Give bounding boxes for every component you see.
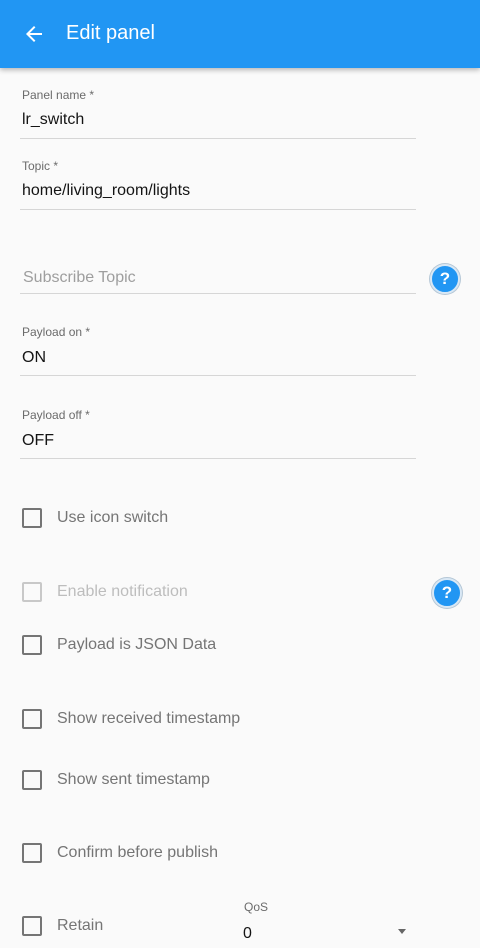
- back-button[interactable]: [14, 14, 54, 54]
- checkbox-box[interactable]: [22, 916, 42, 936]
- checkbox-box[interactable]: [22, 843, 42, 863]
- qos-select[interactable]: 0: [243, 925, 252, 943]
- page-title: Edit panel: [66, 22, 155, 44]
- payload-off-field[interactable]: Payload off * OFF: [20, 405, 416, 459]
- arrow-left-icon: [26, 26, 42, 42]
- panel-name-label: Panel name *: [22, 88, 95, 102]
- subscribe-topic-help-icon[interactable]: ?: [430, 264, 460, 294]
- payload-json-label: Payload is JSON Data: [57, 636, 217, 653]
- confirm-before-publish-label: Confirm before publish: [57, 844, 218, 861]
- subscribe-topic-placeholder: Subscribe Topic: [23, 269, 136, 286]
- topic-field[interactable]: Topic * home/living_room/lights: [20, 156, 416, 210]
- use-icon-switch-checkbox[interactable]: Use icon switch: [22, 505, 168, 531]
- payload-on-label: Payload on *: [22, 325, 91, 339]
- panel-name-value: lr_switch: [22, 111, 85, 128]
- retain-checkbox[interactable]: Retain: [22, 913, 103, 939]
- dropdown-arrow-icon[interactable]: [398, 929, 406, 934]
- checkbox-box: [22, 582, 42, 602]
- show-sent-timestamp-label: Show sent timestamp: [57, 771, 210, 788]
- retain-label: Retain: [57, 917, 104, 934]
- use-icon-switch-label: Use icon switch: [57, 509, 169, 526]
- payload-on-value: ON: [22, 349, 46, 366]
- confirm-before-publish-checkbox[interactable]: Confirm before publish: [22, 840, 218, 866]
- notification-help-icon[interactable]: ?: [432, 578, 462, 608]
- app-bar: Edit panel: [0, 0, 480, 68]
- qos-label: QoS: [244, 900, 269, 914]
- topic-value: home/living_room/lights: [22, 182, 191, 199]
- payload-off-label: Payload off *: [22, 408, 90, 422]
- show-received-timestamp-label: Show received timestamp: [57, 710, 241, 727]
- enable-notification-checkbox: Enable notification: [22, 579, 188, 605]
- payload-on-field[interactable]: Payload on * ON: [20, 322, 416, 376]
- enable-notification-label: Enable notification: [57, 583, 188, 600]
- checkbox-box[interactable]: [22, 770, 42, 790]
- show-received-timestamp-checkbox[interactable]: Show received timestamp: [22, 706, 240, 732]
- panel-name-field[interactable]: Panel name * lr_switch: [20, 85, 416, 139]
- checkbox-box[interactable]: [22, 709, 42, 729]
- payload-off-value: OFF: [22, 432, 54, 449]
- topic-label: Topic *: [22, 159, 59, 173]
- subscribe-topic-field[interactable]: Subscribe Topic: [20, 262, 416, 294]
- checkbox-box[interactable]: [22, 508, 42, 528]
- checkbox-box[interactable]: [22, 635, 42, 655]
- payload-json-checkbox[interactable]: Payload is JSON Data: [22, 632, 216, 658]
- show-sent-timestamp-checkbox[interactable]: Show sent timestamp: [22, 767, 210, 793]
